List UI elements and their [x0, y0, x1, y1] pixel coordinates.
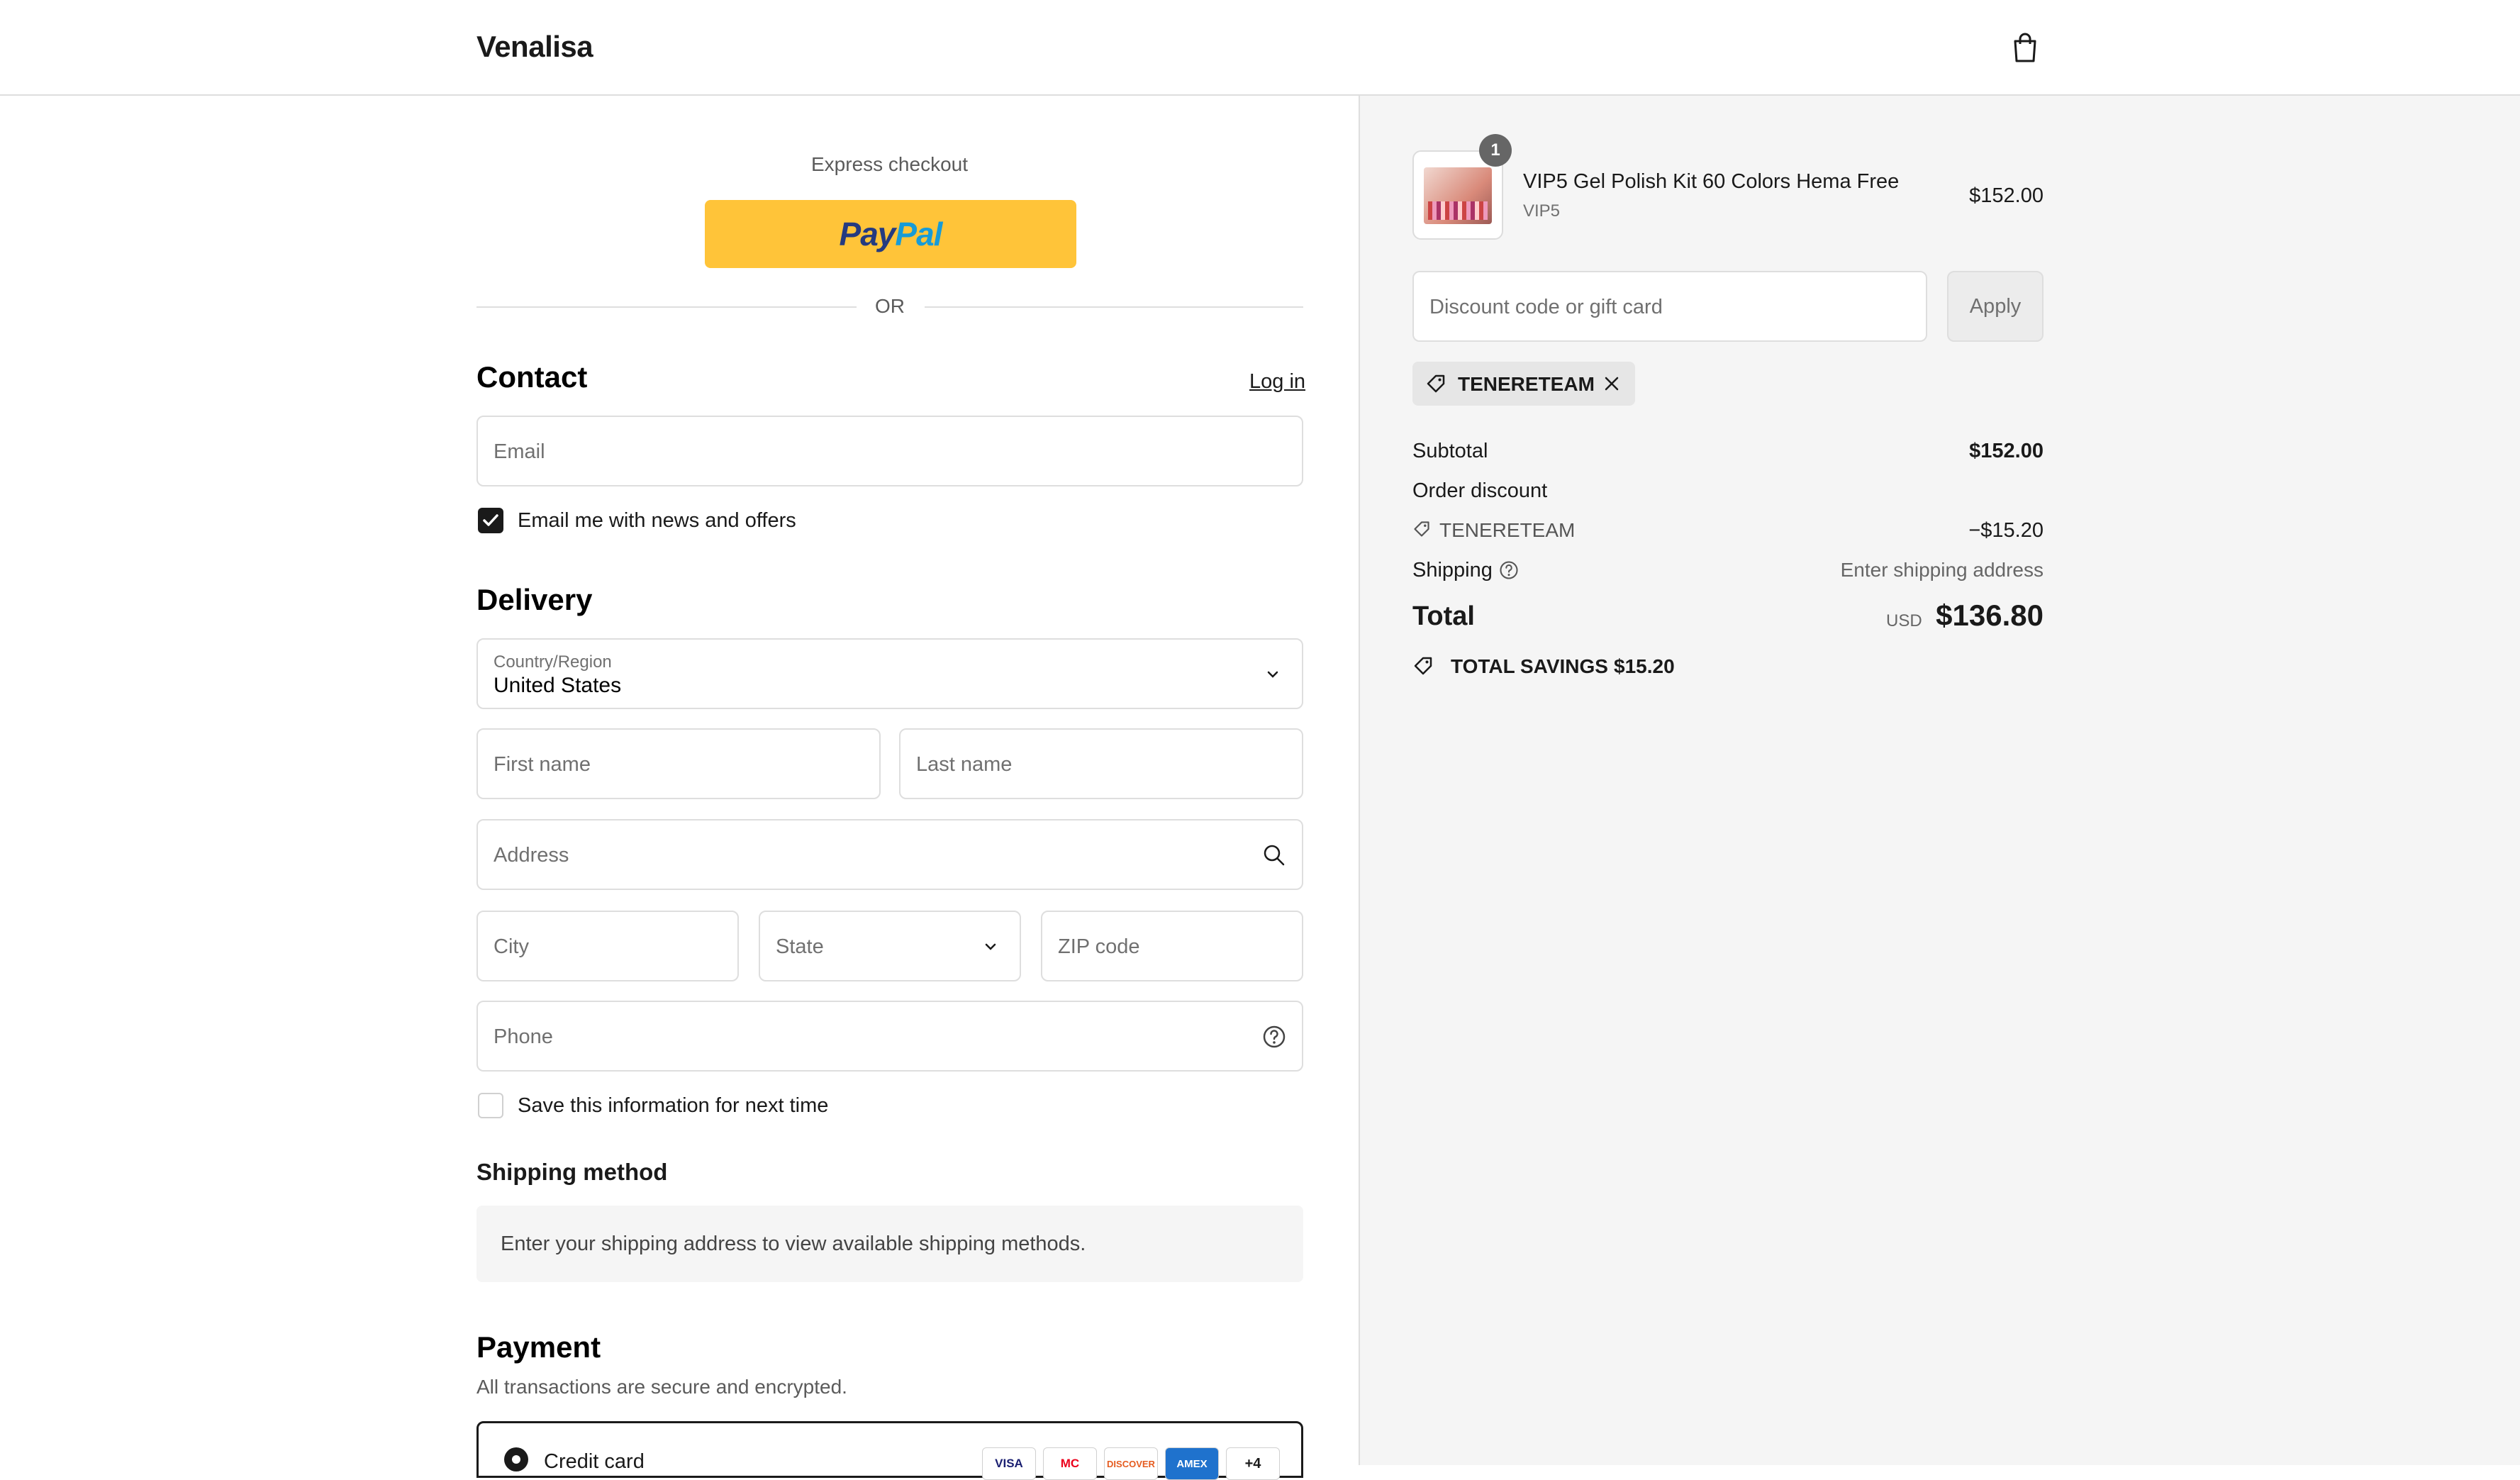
search-icon [1264, 845, 1285, 866]
country-select[interactable]: Country/Region United States [476, 638, 1303, 709]
state-select[interactable]: State [759, 911, 1021, 981]
delivery-title: Delivery [476, 583, 593, 616]
remove-discount-icon[interactable] [1602, 374, 1621, 393]
visa-icon: VISA [982, 1447, 1036, 1480]
shipping-label: Shipping [1412, 559, 1493, 582]
first-name-field[interactable]: First name [476, 728, 881, 799]
paypal-logo: PayPal [839, 216, 943, 252]
tag-icon [1414, 521, 1429, 537]
discount-code-label: TENERETEAM [1439, 519, 1576, 541]
order-discount-label: Order discount [1412, 479, 1548, 502]
city-field[interactable]: City [476, 911, 739, 981]
newsletter-label: Email me with news and offers [518, 509, 796, 532]
chevron-down-icon [1267, 671, 1278, 678]
page-header: Venalisa [0, 0, 2520, 96]
savings-tag-icon [1414, 657, 1432, 675]
paypal-button[interactable]: PayPal [705, 200, 1076, 268]
payment-subtitle: All transactions are secure and encrypte… [476, 1376, 847, 1398]
subtotal-label: Subtotal [1412, 440, 1488, 462]
address-field[interactable]: Address [476, 819, 1303, 890]
divider [925, 306, 1303, 308]
brand-logo[interactable]: Venalisa [476, 30, 593, 64]
product-name: VIP5 Gel Polish Kit 60 Colors Hema Free [1523, 170, 1900, 193]
discount-code-input[interactable]: Discount code or gift card [1412, 271, 1927, 342]
chevron-down-icon [985, 943, 996, 950]
shipping-method-notice: Enter your shipping address to view avai… [476, 1206, 1303, 1282]
or-divider-label: OR [875, 295, 905, 317]
login-link[interactable]: Log in [1249, 370, 1305, 394]
tag-icon [1427, 374, 1445, 393]
divider [476, 306, 857, 308]
contact-title: Contact [476, 360, 588, 394]
payment-title: Payment [476, 1330, 601, 1364]
discount-value: −$15.20 [1968, 519, 2044, 542]
product-variant: VIP5 [1523, 201, 1561, 221]
shipping-method-title: Shipping method [476, 1159, 668, 1185]
applied-discount-tag: TENERETEAM [1412, 362, 1635, 406]
mastercard-icon: MC [1043, 1447, 1097, 1480]
subtotal-value: $152.00 [1969, 440, 2044, 462]
save-info-checkbox[interactable] [478, 1093, 503, 1118]
last-name-field[interactable]: Last name [899, 728, 1303, 799]
total-savings-value: $15.20 [1614, 655, 1675, 677]
shopping-bag-icon[interactable] [2011, 31, 2039, 64]
help-icon[interactable] [1262, 1025, 1286, 1049]
save-info-label: Save this information for next time [518, 1094, 829, 1117]
product-price: $152.00 [1969, 184, 2044, 207]
zip-code-field[interactable]: ZIP code [1041, 911, 1303, 981]
discover-icon: DISCOVER [1104, 1447, 1158, 1480]
quantity-badge: 1 [1479, 134, 1512, 167]
credit-card-radio[interactable] [504, 1447, 528, 1471]
apply-discount-button[interactable]: Apply [1947, 271, 2044, 342]
credit-card-option[interactable]: Credit card VISA MC DISCOVER AMEX +4 [476, 1421, 1303, 1480]
help-icon[interactable] [1499, 560, 1519, 580]
shipping-value: Enter shipping address [1840, 559, 2044, 581]
newsletter-checkbox[interactable] [478, 508, 503, 533]
total-label: Total [1412, 601, 1475, 631]
email-field[interactable]: Email [476, 416, 1303, 486]
check-icon [483, 514, 498, 526]
amex-icon: AMEX [1165, 1447, 1219, 1480]
express-checkout-label: Express checkout [811, 153, 968, 175]
total-savings-label: TOTAL SAVINGS [1451, 655, 1608, 677]
phone-field[interactable]: Phone [476, 1001, 1303, 1072]
more-cards-badge: +4 [1226, 1447, 1280, 1480]
total-value: $136.80 [1936, 599, 2044, 632]
